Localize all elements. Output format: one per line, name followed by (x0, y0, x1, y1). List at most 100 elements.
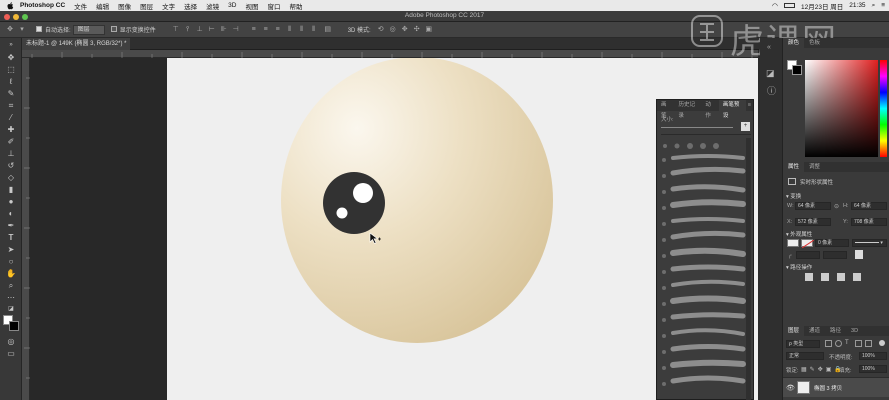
rotate-3d-icon[interactable]: ⟲ (377, 26, 385, 34)
menubar-time[interactable]: 21:35 (849, 2, 865, 9)
path-selection-tool-icon[interactable]: ➤ (4, 244, 18, 255)
tab-swatches[interactable]: 色板 (804, 38, 825, 48)
filter-type-icon[interactable]: T (845, 340, 852, 347)
opacity-field[interactable]: 100% (859, 352, 887, 360)
menu-select[interactable]: 选择 (184, 1, 197, 11)
layer-row[interactable]: 👁 椭圆 3 拷贝 (783, 377, 889, 397)
tab-channels[interactable]: 通道 (804, 326, 825, 336)
align-bottom-icon[interactable]: ⊥ (196, 26, 204, 34)
healing-brush-tool-icon[interactable]: ✚ (4, 124, 18, 135)
exclude-shapes-icon[interactable] (853, 273, 861, 281)
filter-toggle-icon[interactable] (879, 340, 885, 346)
distribute-left-icon[interactable]: ⦀ (286, 26, 294, 34)
distribute-bottom-icon[interactable]: ≡ (274, 26, 282, 34)
fill-color-swatch[interactable] (787, 239, 799, 247)
tab-actions[interactable]: 动作 (701, 100, 718, 119)
link-wh-icon[interactable]: ⊝ (834, 203, 839, 210)
auto-select-dropdown[interactable]: 图层 (72, 24, 105, 35)
brush-preset-list[interactable] (657, 138, 753, 400)
tab-paths[interactable]: 路径 (825, 326, 846, 336)
distribute-hcenter-icon[interactable]: ⦀ (298, 26, 306, 34)
expand-panels-icon[interactable]: « (767, 44, 771, 51)
x-field[interactable]: 572 像素 (795, 218, 831, 226)
filter-pixel-icon[interactable] (825, 340, 832, 347)
layer-kind-filter[interactable]: ρ 类型 (786, 340, 820, 348)
align-vcenter-icon[interactable]: ⫯ (184, 26, 192, 34)
info-panel-icon[interactable]: ⓘ (767, 84, 776, 97)
eye-pupil[interactable] (323, 172, 385, 234)
pen-tool-icon[interactable]: ✒ (4, 220, 18, 231)
blur-tool-icon[interactable]: ● (4, 196, 18, 207)
panel-menu-icon[interactable]: ≡ (746, 100, 753, 111)
color-panel-bg-swatch[interactable] (792, 65, 802, 75)
distribute-vcenter-icon[interactable]: ≡ (262, 26, 270, 34)
brush-tool-icon[interactable]: ✐ (4, 136, 18, 147)
marquee-tool-icon[interactable]: ⬚ (4, 64, 18, 75)
y-field[interactable]: 708 像素 (851, 218, 887, 226)
history-panel-icon[interactable]: ◪ (766, 68, 775, 79)
type-tool-icon[interactable]: T (4, 232, 18, 243)
layer-name[interactable]: 椭圆 3 拷贝 (814, 384, 842, 392)
menu-3d[interactable]: 3D (228, 2, 236, 9)
search-icon[interactable]: ⌕ (872, 2, 876, 10)
lasso-tool-icon[interactable]: ℓ (4, 76, 18, 87)
blend-mode-dropdown[interactable]: 正常 (786, 352, 824, 360)
menu-type[interactable]: 文字 (162, 1, 175, 11)
stroke-color-swatch[interactable] (801, 239, 815, 249)
filter-shape-icon[interactable] (855, 340, 862, 347)
menubar-date[interactable]: 12月23日 周日 (801, 1, 843, 11)
tab-brush-presets[interactable]: 画笔预设 (718, 100, 746, 119)
align-left-icon[interactable]: ⊢ (208, 26, 216, 34)
move-tool-icon[interactable]: ✥ (4, 52, 18, 63)
fill-field[interactable]: 100% (859, 365, 887, 373)
radius-field-1[interactable] (796, 251, 820, 259)
vertical-ruler[interactable] (22, 58, 30, 400)
tab-layers[interactable]: 图层 (783, 326, 805, 336)
chevron-down-icon[interactable]: ▾ (18, 26, 26, 34)
menu-help[interactable]: 帮助 (289, 1, 302, 11)
distribute-right-icon[interactable]: ⦀ (310, 26, 318, 34)
drag-3d-icon[interactable]: ✥ (401, 26, 409, 34)
crop-tool-icon[interactable]: ⌗ (4, 100, 18, 111)
corner-radius-icon[interactable]: ╭ (788, 252, 792, 259)
hand-tool-icon[interactable]: ✋ (4, 268, 18, 279)
tab-adjustments[interactable]: 调整 (804, 162, 825, 172)
roll-3d-icon[interactable]: ◎ (389, 26, 397, 34)
menu-filter[interactable]: 滤镜 (206, 1, 219, 11)
menu-image[interactable]: 图像 (118, 1, 131, 11)
scale-3d-icon[interactable]: ▣ (425, 26, 433, 34)
wifi-icon[interactable]: ◠ (772, 2, 778, 10)
filter-adjustment-icon[interactable] (835, 340, 842, 347)
brush-size-slider[interactable] (661, 124, 733, 128)
zoom-tool-icon[interactable]: ⌕ (4, 280, 18, 291)
radius-field-2[interactable] (823, 251, 847, 259)
brush-list-scrollbar[interactable] (746, 138, 751, 400)
menu-file[interactable]: 文件 (74, 1, 87, 11)
auto-select-checkbox[interactable] (36, 26, 45, 33)
new-brush-icon[interactable]: + (741, 122, 750, 131)
screen-mode-icon[interactable]: ▭ (4, 348, 18, 359)
subtract-shapes-icon[interactable] (821, 273, 829, 281)
combine-shapes-icon[interactable] (805, 273, 813, 281)
clone-stamp-tool-icon[interactable]: ⊥ (4, 148, 18, 159)
ball-character[interactable] (281, 58, 553, 343)
ellipse-tool-icon[interactable]: ○ (4, 256, 18, 267)
horizontal-ruler[interactable] (22, 50, 758, 58)
default-colors-icon[interactable]: ◪ (4, 304, 18, 315)
tab-properties[interactable]: 属性 (783, 162, 805, 172)
document-tab[interactable]: 未标题-1 @ 149K (椭圆 3, RGB/32*) * (22, 38, 130, 50)
tab-3d[interactable]: 3D (846, 326, 863, 336)
menu-list-icon[interactable]: ≡ (881, 2, 885, 9)
show-transform-checkbox[interactable] (110, 26, 120, 33)
tab-color[interactable]: 颜色 (783, 38, 805, 48)
h-field[interactable]: 64 像素 (851, 202, 887, 210)
stroke-width-field[interactable]: 0 像素 (815, 239, 849, 247)
align-hcenter-icon[interactable]: ⊪ (220, 26, 228, 34)
align-edges-icon[interactable] (855, 250, 863, 259)
eyedropper-tool-icon[interactable]: ⁄ (4, 112, 18, 123)
align-right-icon[interactable]: ⊣ (232, 26, 240, 34)
history-brush-tool-icon[interactable]: ↺ (4, 160, 18, 171)
align-top-icon[interactable]: ⊤ (172, 26, 180, 34)
battery-icon[interactable] (784, 3, 795, 8)
color-picker-field[interactable] (805, 60, 878, 157)
